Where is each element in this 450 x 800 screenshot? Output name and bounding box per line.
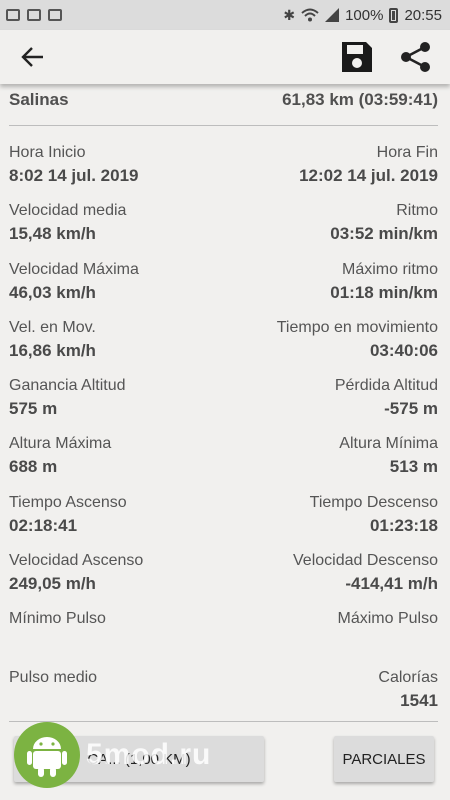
stat-right: Máximo Pulso <box>338 608 438 666</box>
stat-value: 12:02 14 jul. 2019 <box>299 166 438 185</box>
stat-value: 01:18 min/km <box>330 282 438 302</box>
stat-left: Altura Máxima 688 m <box>9 433 111 491</box>
stat-right: Hora Fin 12:02 14 jul. 2019 <box>299 142 438 200</box>
stats-grid: Hora Inicio 8:02 14 jul. 2019 Hora Fin 12:0… <box>9 142 438 725</box>
save-icon <box>342 42 372 72</box>
stat-left: Velocidad Máxima 46,03 km/h <box>9 259 139 317</box>
stat-value: 688 m <box>9 457 58 477</box>
stat-right: Máximo ritmo 01:18 min/km <box>330 259 438 317</box>
back-button[interactable] <box>16 40 50 74</box>
stat-left: Ganancia Altitud 575 m <box>9 375 126 433</box>
stat-row: Velocidad media 15,48 km/h Ritmo 03:52 min/… <box>9 200 438 258</box>
app-toolbar <box>0 30 450 84</box>
stat-left: Mínimo Pulso <box>9 608 106 666</box>
stat-label: Ritmo <box>396 202 438 220</box>
stat-label: Ganancia Altitud <box>9 377 126 395</box>
stat-label: Tiempo Descenso <box>309 493 438 511</box>
stat-right: Velocidad Descenso -414,41 m/h <box>293 550 438 608</box>
save-button[interactable] <box>340 40 374 74</box>
stat-label: Tiempo en movimiento <box>276 318 438 336</box>
stat-label: Hora Fin <box>376 144 438 161</box>
stat-label: Velocidad media <box>9 202 127 220</box>
bag-icon <box>27 9 41 21</box>
stat-value: 575 m <box>9 399 58 419</box>
stat-label: Altura Máxima <box>9 435 112 453</box>
stat-value: 46,03 km/h <box>9 282 96 302</box>
stat-label: Velocidad Ascenso <box>9 552 144 570</box>
summary-divider <box>9 125 438 126</box>
parciales-label: PARCIALES <box>342 750 426 768</box>
android-watermark-logo <box>14 722 80 788</box>
stat-value: 01:23:18 <box>369 515 438 535</box>
stat-label: Máximo Pulso <box>337 610 438 628</box>
stat-row: Vel. en Mov. 16,86 km/h Tiempo en movimien… <box>9 317 438 375</box>
stat-row: Ganancia Altitud 575 m Pérdida Altitud -575… <box>9 375 438 433</box>
stat-left: Velocidad media 15,48 km/h <box>9 200 126 258</box>
track-summary: Salinas 61,83 km (03:59:41) <box>9 86 438 114</box>
stat-left: Velocidad Ascenso 249,05 m/h <box>9 550 143 608</box>
stat-label: Mínimo Pulso <box>9 610 106 628</box>
stat-label: Altura Mínima <box>339 435 438 453</box>
status-bar: ✱ 100% 20:55 <box>0 0 450 30</box>
signal-icon <box>325 8 340 22</box>
bluetooth-icon: ✱ <box>283 6 296 23</box>
watermark-text: 5mod.ru <box>86 738 212 771</box>
share-button[interactable] <box>398 40 432 74</box>
stat-value: 16,86 km/h <box>9 340 96 360</box>
stat-value: -575 m <box>384 399 438 419</box>
stat-right: Tiempo Descenso 01:23:18 <box>310 492 438 550</box>
stat-label: Pérdida Altitud <box>334 377 438 395</box>
stat-value: -414,41 m/h <box>345 574 438 594</box>
share-icon <box>401 42 430 72</box>
stat-left: Hora Inicio 8:02 14 jul. 2019 <box>9 142 138 200</box>
stat-value: 1541 <box>400 690 438 710</box>
bottom-divider <box>9 721 438 722</box>
system-icons: ✱ 100% 20:55 <box>283 7 450 24</box>
mail-icon <box>6 9 20 21</box>
stat-row: Tiempo Ascenso 02:18:41 Tiempo Descenso 01:… <box>9 492 438 550</box>
stat-left: Vel. en Mov. 16,86 km/h <box>9 317 96 375</box>
stat-value: 15,48 km/h <box>9 224 96 244</box>
clock: 20:55 <box>404 6 442 24</box>
wifi-icon <box>301 8 319 22</box>
stat-row: Velocidad Máxima 46,03 km/h Máximo ritmo 01… <box>9 259 438 317</box>
stat-left: Tiempo Ascenso 02:18:41 <box>9 492 127 550</box>
back-arrow-icon <box>21 47 43 67</box>
stat-row: Hora Inicio 8:02 14 jul. 2019 Hora Fin 12:0… <box>9 142 438 200</box>
parciales-button[interactable]: PARCIALES <box>334 736 434 782</box>
stat-label: Velocidad Descenso <box>293 552 438 570</box>
stat-row: Altura Máxima 688 m Altura Mínima 513 m <box>9 433 438 491</box>
stat-label: Tiempo Ascenso <box>9 493 127 511</box>
stat-row: Velocidad Ascenso 249,05 m/h Velocidad Des… <box>9 550 438 608</box>
stat-right: Tiempo en movimiento 03:40:06 <box>277 317 438 375</box>
stat-value: 02:18:41 <box>9 515 78 535</box>
stat-right: Ritmo 03:52 min/km <box>330 200 438 258</box>
distance-time: 61,83 km (03:59:41) <box>282 90 438 109</box>
stat-value: 03:52 min/km <box>330 224 438 244</box>
stat-label: Máximo ritmo <box>341 260 438 278</box>
route-name: Salinas <box>9 90 69 109</box>
stat-left: Pulso medio <box>9 667 97 725</box>
stat-label: Pulso medio <box>9 668 98 686</box>
track-stats-panel: Salinas 61,83 km (03:59:41) Hora Inicio 8… <box>0 84 450 800</box>
stat-label: Vel. en Mov. <box>9 318 96 336</box>
stat-row: Pulso medio Calorías 1541 <box>9 667 438 725</box>
battery-percent: 100% <box>345 6 384 24</box>
stat-label: Hora Inicio <box>9 144 86 161</box>
android-icon <box>27 737 67 777</box>
stat-right: Pérdida Altitud -575 m <box>335 375 438 433</box>
stat-value: 513 m <box>389 457 438 477</box>
image-icon <box>48 9 62 21</box>
stat-value: 249,05 m/h <box>9 574 96 594</box>
stat-label: Calorías <box>378 668 438 686</box>
stat-row: Mínimo Pulso Máximo Pulso <box>9 608 438 666</box>
stat-label: Velocidad Máxima <box>9 260 139 278</box>
notification-icons <box>0 9 62 21</box>
stat-right: Calorías 1541 <box>378 667 438 725</box>
stat-right: Altura Mínima 513 m <box>339 433 438 491</box>
stat-value: 03:40:06 <box>369 340 438 360</box>
stat-value: 8:02 14 jul. 2019 <box>9 166 139 185</box>
battery-icon <box>389 7 399 23</box>
